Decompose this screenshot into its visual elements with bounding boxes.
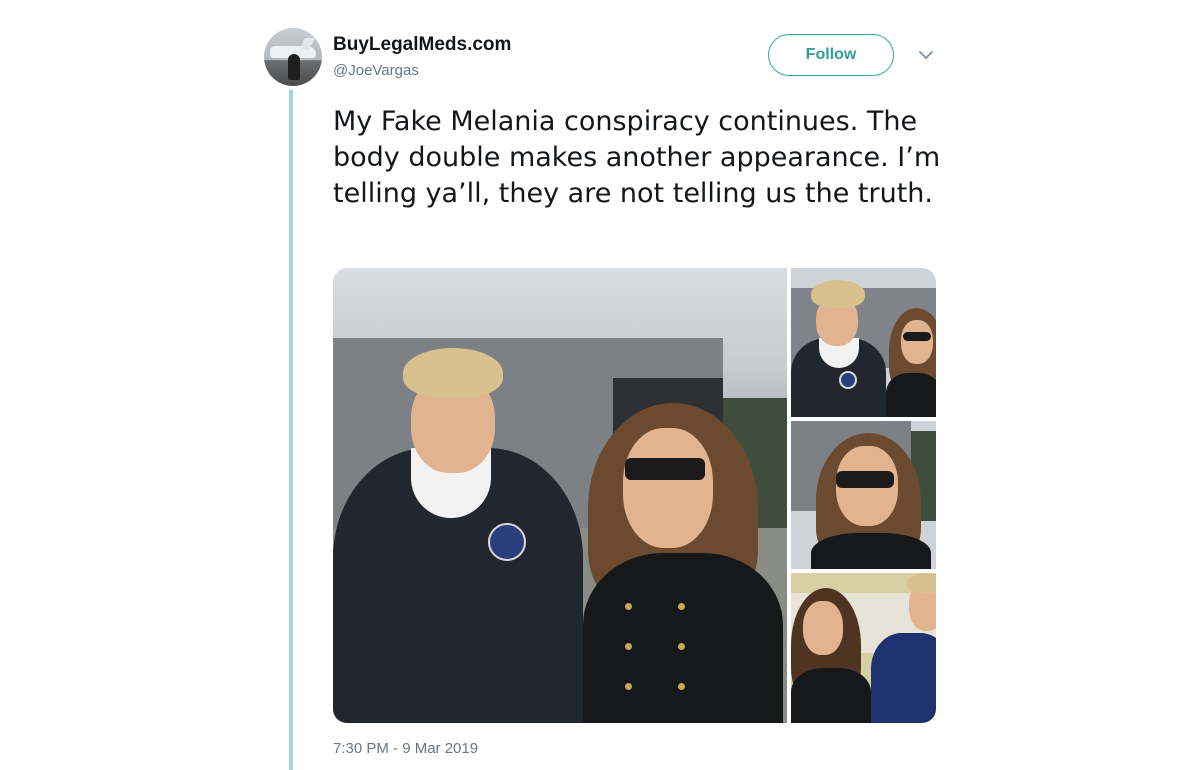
coat-button-shape (678, 683, 685, 690)
coat-button-shape (678, 603, 685, 610)
presidential-seal-shape (488, 523, 526, 561)
woman-face-shape (803, 601, 843, 655)
sunglasses-shape (836, 471, 894, 488)
tweet-timestamp[interactable]: 7:30 PM - 9 Mar 2019 (333, 740, 478, 757)
display-name[interactable]: BuyLegalMeds.com (333, 34, 511, 56)
man-hair-shape (811, 280, 865, 308)
sunglasses-shape (625, 458, 705, 480)
coat-button-shape (625, 603, 632, 610)
media-photo-main[interactable] (333, 268, 787, 723)
person-shape (288, 54, 300, 80)
thread-line (289, 90, 293, 770)
presidential-seal-shape (839, 371, 857, 389)
coat-button-shape (625, 683, 632, 690)
media-grid (333, 268, 936, 723)
media-photo-4[interactable] (791, 573, 936, 723)
media-photo-3[interactable] (791, 421, 936, 569)
man-hair-shape (907, 573, 936, 593)
coat-button-shape (625, 643, 632, 650)
woman-coat-shape (886, 373, 936, 417)
tweet-text: My Fake Melania conspiracy continues. Th… (333, 106, 941, 209)
chevron-down-icon[interactable] (917, 48, 935, 62)
coat-button-shape (678, 643, 685, 650)
man-suit-shape (871, 633, 936, 723)
woman-coat-shape (811, 533, 931, 569)
woman-coat-shape (791, 668, 871, 723)
sunglasses-shape (903, 332, 931, 341)
woman-coat-shape (583, 553, 783, 723)
man-hair-shape (403, 348, 503, 398)
media-photo-2[interactable] (791, 268, 936, 417)
follow-button[interactable]: Follow (768, 34, 894, 76)
avatar[interactable] (264, 28, 322, 86)
woman-face-shape (901, 320, 933, 364)
username[interactable]: @JoeVargas (333, 62, 419, 79)
tweet: BuyLegalMeds.com @JoeVargas Follow My Fa… (0, 0, 1200, 770)
woman-face-shape (623, 428, 713, 548)
